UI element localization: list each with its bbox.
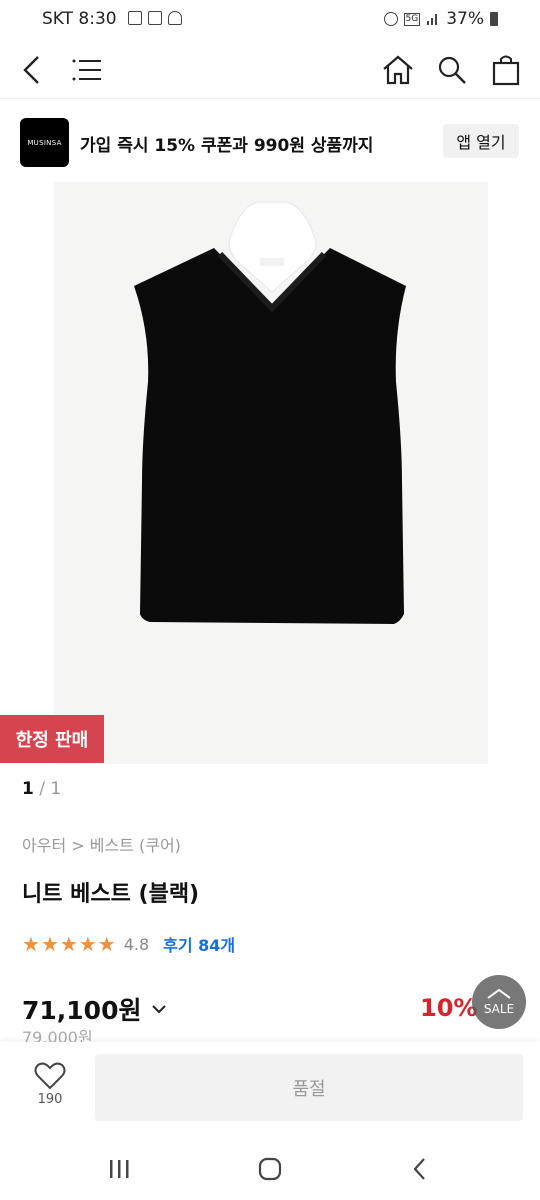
scroll-top-label: SALE (483, 1002, 515, 1016)
scroll-top-button[interactable]: SALE (472, 975, 526, 1029)
status-bar: SKT 8:30 5G 37% (0, 0, 540, 40)
system-nav-bar (0, 1137, 540, 1200)
star-icon: ★ (78, 932, 97, 956)
home-circle-icon (258, 1157, 282, 1181)
star-rating: ★ ★ ★ ★ ★ (22, 933, 116, 955)
search-icon (438, 56, 466, 84)
news-notification-icon (148, 11, 162, 25)
home-button[interactable] (376, 48, 420, 92)
recent-apps-button[interactable] (99, 1151, 139, 1187)
product-title: 니트 베스트 (블랙) (22, 882, 200, 907)
discount-rate: 10% (420, 994, 478, 1022)
battery-percent: 37% (446, 9, 484, 29)
star-icon: ★ (97, 932, 116, 956)
recent-apps-icon (110, 1160, 129, 1178)
heart-icon (34, 1062, 66, 1090)
brand-logo: MUSINSA (20, 118, 69, 167)
alarm-icon (383, 12, 398, 26)
limited-sale-badge: 한정 판매 (0, 715, 104, 763)
home-system-button[interactable] (250, 1151, 290, 1187)
chevron-down-icon (152, 1005, 167, 1014)
original-price: 79,000원 (22, 1030, 93, 1042)
star-icon: ★ (40, 932, 59, 956)
home-icon (383, 55, 413, 85)
app-notification-icon (168, 11, 182, 25)
product-image[interactable] (54, 182, 488, 764)
back-button[interactable] (10, 48, 54, 92)
bottom-action-bar: 190 품절 (0, 1042, 540, 1137)
rating-row: ★ ★ ★ ★ ★ 4.8 후기 84개 (22, 932, 235, 956)
star-icon: ★ (59, 932, 78, 956)
soldout-button[interactable]: 품절 (95, 1054, 523, 1121)
price-row[interactable]: 71,100원 (22, 991, 167, 1027)
back-arrow-icon (413, 1158, 425, 1180)
signal-icon (427, 14, 438, 25)
menu-icon (72, 59, 101, 81)
rating-score: 4.8 (123, 934, 150, 954)
open-app-button[interactable]: 앱 열기 (443, 124, 519, 158)
knit-vest-image (134, 201, 406, 624)
breadcrumb[interactable]: 아우터 > 베스트 (쿠어) (22, 832, 181, 856)
image-notification-icon (128, 11, 142, 25)
chevron-up-icon (487, 988, 511, 999)
network-icon: 5G (403, 12, 421, 26)
reviews-link[interactable]: 후기 84개 (163, 932, 235, 956)
like-count: 190 (37, 1092, 63, 1107)
promo-text: 가입 즉시 15% 쿠폰과 990원 상품까지 (80, 136, 374, 156)
sale-price: 71,100원 (22, 996, 142, 1025)
search-button[interactable] (430, 48, 474, 92)
app-promo-banner: MUSINSA 가입 즉시 15% 쿠폰과 990원 상품까지 앱 열기 (0, 99, 540, 183)
battery-icon (490, 12, 498, 26)
top-nav (0, 40, 540, 99)
image-pager: 1 / 1 (22, 779, 61, 799)
back-system-button[interactable] (400, 1151, 440, 1187)
star-icon: ★ (22, 932, 40, 956)
back-icon (23, 56, 39, 84)
status-right: 5G 37% (383, 9, 498, 29)
notification-icons (128, 11, 182, 25)
pager-current: 1 (22, 779, 34, 799)
menu-button[interactable] (65, 48, 109, 92)
status-carrier-time: SKT 8:30 (42, 9, 117, 29)
pager-separator: / (39, 779, 45, 799)
pager-total: 1 (50, 779, 62, 799)
cart-button[interactable] (484, 48, 528, 92)
shopping-bag-icon (492, 55, 520, 86)
like-button[interactable]: 190 (24, 1062, 76, 1107)
